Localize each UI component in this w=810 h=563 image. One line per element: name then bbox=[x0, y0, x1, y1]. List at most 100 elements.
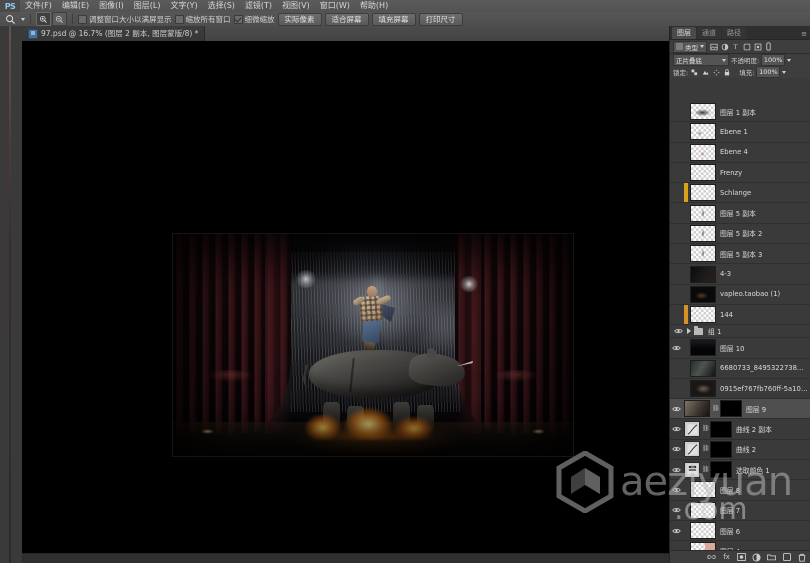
filter-shape-icon[interactable] bbox=[742, 42, 751, 51]
panel-menu-icon[interactable]: ≡ bbox=[801, 29, 807, 39]
mask-link-icon[interactable]: ⛓ bbox=[712, 405, 720, 412]
lock-image-icon[interactable] bbox=[701, 68, 709, 76]
new-group-icon[interactable] bbox=[767, 553, 776, 562]
layer-name[interactable]: vapleo.taobao (1) bbox=[718, 290, 808, 298]
layer-mask-thumbnail[interactable] bbox=[720, 400, 742, 418]
menu-select[interactable]: 选择(S) bbox=[203, 0, 240, 12]
eye-icon-off[interactable] bbox=[670, 285, 682, 304]
eye-icon-off[interactable] bbox=[670, 379, 682, 398]
menu-image[interactable]: 图像(I) bbox=[94, 0, 129, 12]
canvas-area[interactable] bbox=[22, 41, 670, 563]
table-row[interactable]: Schlange bbox=[670, 183, 810, 204]
layer-name[interactable]: 144 bbox=[718, 311, 808, 319]
eye-icon-on[interactable] bbox=[672, 325, 684, 337]
menu-window[interactable]: 窗口(W) bbox=[315, 0, 355, 12]
fill-screen-button[interactable]: 填充屏幕 bbox=[371, 12, 416, 26]
layer-name[interactable]: 图层 8 bbox=[718, 485, 808, 495]
opacity-input[interactable]: 100% bbox=[761, 54, 786, 66]
eye-icon-off[interactable] bbox=[670, 183, 682, 202]
table-row[interactable]: 图层 8 bbox=[670, 480, 810, 501]
filter-type-icon[interactable]: T bbox=[731, 42, 740, 51]
layer-name[interactable]: 6680733_8495322738M_2 bbox=[718, 364, 808, 372]
layer-thumbnail[interactable] bbox=[690, 204, 716, 222]
tab-paths[interactable]: 路径 bbox=[722, 27, 746, 39]
layer-name[interactable]: 图层 7 bbox=[718, 505, 808, 515]
tab-layers[interactable]: 图层 bbox=[672, 27, 696, 39]
tools-panel[interactable] bbox=[0, 26, 23, 563]
lock-position-icon[interactable] bbox=[712, 68, 720, 76]
table-row[interactable]: 6680733_8495322738M_2 bbox=[670, 359, 810, 379]
table-row[interactable]: ⛓ 选取颜色 1 bbox=[670, 460, 810, 481]
zoom-in-icon[interactable] bbox=[36, 12, 51, 26]
eye-icon-on[interactable] bbox=[670, 521, 682, 540]
link-layers-icon[interactable] bbox=[707, 553, 716, 562]
eye-icon-off[interactable] bbox=[670, 122, 682, 141]
layer-mask-thumbnail[interactable] bbox=[710, 461, 732, 479]
layer-list[interactable]: 图层 1 副本 Ebene 1 Ebene 4 Frenzy Schlange … bbox=[670, 102, 810, 551]
tool-preset-chevron-down-icon[interactable] bbox=[21, 17, 25, 21]
layer-thumbnail[interactable] bbox=[690, 123, 716, 141]
eye-icon-on[interactable] bbox=[670, 338, 682, 357]
table-row[interactable]: vapleo.taobao (1) bbox=[670, 285, 810, 305]
layer-thumbnail[interactable] bbox=[690, 339, 716, 357]
table-row[interactable]: 4-3 bbox=[670, 264, 810, 285]
layer-thumbnail[interactable] bbox=[684, 400, 710, 418]
lock-all-icon[interactable] bbox=[723, 68, 731, 76]
layer-thumbnail[interactable] bbox=[690, 103, 716, 121]
menu-edit[interactable]: 编辑(E) bbox=[57, 0, 94, 12]
layer-thumbnail[interactable] bbox=[690, 224, 716, 242]
layer-thumbnail[interactable] bbox=[690, 184, 716, 202]
mask-link-icon[interactable]: ⛓ bbox=[702, 426, 710, 432]
zoom-tool-icon[interactable] bbox=[3, 13, 18, 25]
layer-name[interactable]: Frenzy bbox=[718, 169, 808, 177]
eye-icon-off[interactable] bbox=[670, 163, 682, 182]
menu-type[interactable]: 文字(Y) bbox=[165, 0, 202, 12]
eye-icon-off[interactable] bbox=[670, 359, 682, 378]
eye-icon-on[interactable] bbox=[670, 420, 682, 439]
layer-name[interactable]: 图层 10 bbox=[718, 343, 808, 353]
eye-icon-off[interactable] bbox=[670, 102, 682, 121]
zoom-all-windows-checkbox[interactable]: 缩放所有窗口 bbox=[174, 14, 231, 25]
filter-adjustment-icon[interactable] bbox=[720, 42, 729, 51]
table-row[interactable]: 图层 1 副本 bbox=[670, 102, 810, 123]
filter-pixel-icon[interactable] bbox=[709, 42, 718, 51]
layer-style-fx-icon[interactable]: fx bbox=[722, 553, 731, 562]
layer-thumbnail[interactable] bbox=[690, 265, 716, 283]
layer-name[interactable]: 图层 5 副本 bbox=[718, 208, 808, 218]
layer-name[interactable]: 选取颜色 1 bbox=[734, 465, 808, 475]
curves-adjustment-icon[interactable] bbox=[684, 421, 700, 438]
table-row[interactable]: Ebene 1 bbox=[670, 122, 810, 143]
lock-transparent-icon[interactable] bbox=[690, 68, 698, 76]
table-row[interactable]: Ebene 4 bbox=[670, 143, 810, 163]
table-row[interactable]: ⛓ 曲线 2 副本 bbox=[670, 419, 810, 440]
layer-name[interactable]: 图层 6 bbox=[718, 526, 808, 536]
triangle-right-icon[interactable] bbox=[687, 328, 691, 335]
layer-name[interactable]: 图层 9 bbox=[744, 404, 808, 414]
eye-icon-on[interactable] bbox=[670, 480, 682, 499]
eye-icon-off[interactable] bbox=[670, 265, 682, 284]
table-row[interactable]: 图层 7 bbox=[670, 501, 810, 521]
layer-name[interactable]: 0915ef767fb760ff-5a10156e... bbox=[718, 385, 808, 393]
layer-name[interactable]: 曲线 2 副本 bbox=[734, 424, 808, 434]
layer-thumbnail[interactable] bbox=[690, 380, 716, 397]
filter-toggle-icon[interactable] bbox=[764, 42, 773, 51]
eye-icon-off[interactable] bbox=[670, 143, 682, 162]
menu-help[interactable]: 帮助(H) bbox=[355, 0, 393, 12]
menu-filter[interactable]: 滤镜(T) bbox=[240, 0, 277, 12]
layer-name[interactable]: 4-3 bbox=[718, 270, 808, 278]
fill-input[interactable]: 100% bbox=[756, 66, 781, 78]
layer-thumbnail[interactable] bbox=[690, 359, 716, 377]
print-size-button[interactable]: 打印尺寸 bbox=[418, 12, 463, 26]
add-mask-icon[interactable] bbox=[737, 553, 746, 562]
layer-name[interactable]: 图层 1 副本 bbox=[718, 107, 808, 117]
eye-icon-on[interactable] bbox=[670, 440, 682, 459]
layer-thumbnail[interactable] bbox=[690, 501, 716, 519]
layer-name[interactable]: 图层 5 副本 2 bbox=[718, 228, 808, 238]
fit-screen-button[interactable]: 适合屏幕 bbox=[324, 12, 369, 26]
eye-icon-on[interactable] bbox=[670, 460, 682, 479]
new-layer-icon[interactable] bbox=[782, 553, 791, 562]
filter-smartobject-icon[interactable] bbox=[753, 42, 762, 51]
eye-icon-on[interactable] bbox=[670, 501, 682, 520]
table-row[interactable]: ⛓ 曲线 2 bbox=[670, 440, 810, 461]
layer-thumbnail[interactable] bbox=[690, 481, 716, 499]
